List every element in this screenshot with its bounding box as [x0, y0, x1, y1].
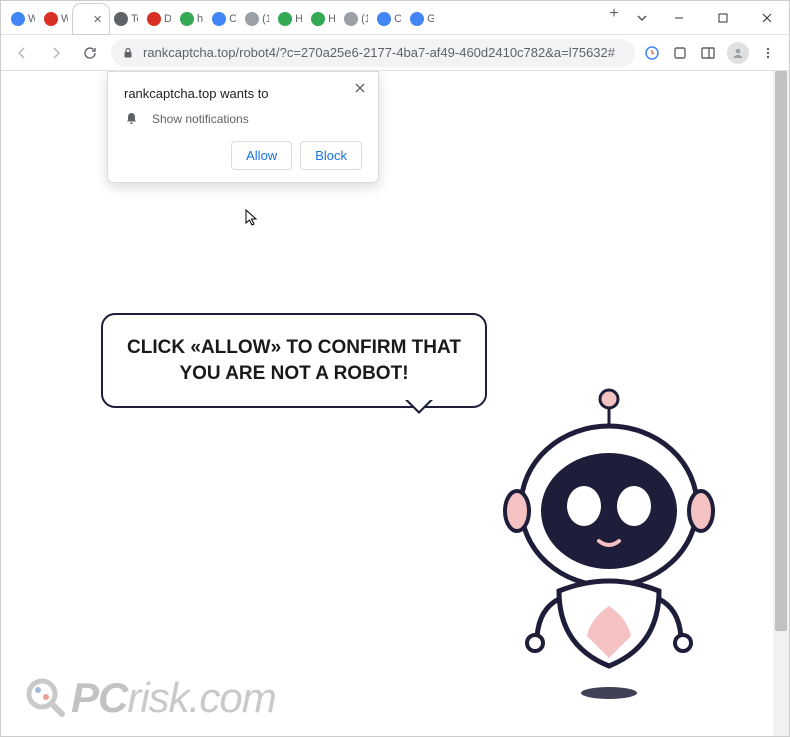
browser-tab[interactable]: W [7, 4, 39, 34]
google-icon[interactable] [643, 44, 661, 62]
tab-label: h [197, 13, 203, 25]
browser-tab[interactable]: C [208, 4, 240, 34]
favicon [278, 12, 292, 26]
reload-button[interactable] [77, 40, 103, 66]
tab-label: (1 [361, 13, 368, 25]
block-button[interactable]: Block [300, 141, 362, 170]
bell-icon [124, 111, 140, 127]
favicon [114, 12, 128, 26]
page-content: rankcaptcha.top wants to Show notificati… [1, 71, 789, 736]
speech-bubble: CLICK «ALLOW» TO CONFIRM THAT YOU ARE NO… [101, 313, 487, 408]
tab-label: C [394, 13, 401, 25]
toolbar-right-cluster [643, 42, 781, 64]
minimize-button[interactable] [657, 1, 701, 34]
watermark-text: PCrisk.com [71, 674, 276, 722]
cursor-icon [245, 209, 259, 227]
favicon [147, 12, 161, 26]
browser-tab[interactable]: ✕ [73, 4, 109, 34]
browser-tab[interactable]: h [176, 4, 207, 34]
extension-icon[interactable] [671, 44, 689, 62]
menu-icon[interactable] [759, 44, 777, 62]
browser-tab[interactable]: G [406, 4, 438, 34]
favicon [311, 12, 325, 26]
tab-label: To [131, 13, 138, 25]
browser-toolbar: rankcaptcha.top/robot4/?c=270a25e6-2177-… [1, 35, 789, 71]
tab-strip: W W ✕ To Dh C (1 H H (1 C G [1, 1, 597, 34]
favicon [245, 12, 259, 26]
tab-label: H [328, 13, 335, 25]
browser-tab[interactable]: C [373, 4, 405, 34]
lock-icon [121, 46, 135, 60]
close-icon[interactable] [354, 82, 368, 96]
favicon [212, 12, 226, 26]
tab-label: (1 [262, 13, 269, 25]
vertical-scrollbar[interactable] [773, 71, 789, 736]
tab-label: G [427, 13, 434, 25]
browser-tab[interactable]: D [143, 4, 175, 34]
robot-illustration [489, 381, 729, 701]
browser-tab[interactable]: To [110, 4, 142, 34]
url-text: rankcaptcha.top/robot4/?c=270a25e6-2177-… [143, 45, 625, 60]
browser-tab[interactable]: W [40, 4, 72, 34]
new-tab-button[interactable]: + [601, 1, 627, 27]
scrollbar-thumb[interactable] [775, 71, 787, 631]
side-panel-icon[interactable] [699, 44, 717, 62]
favicon [410, 12, 424, 26]
tab-search-button[interactable] [627, 1, 657, 34]
magnifier-icon [23, 675, 69, 721]
browser-tab[interactable]: (1 [241, 4, 273, 34]
allow-button[interactable]: Allow [231, 141, 292, 170]
tab-label: W [61, 13, 68, 25]
browser-tab[interactable]: H [274, 4, 306, 34]
profile-avatar[interactable] [727, 42, 749, 64]
address-bar[interactable]: rankcaptcha.top/robot4/?c=270a25e6-2177-… [111, 39, 635, 67]
tab-label: C [229, 13, 236, 25]
favicon [11, 12, 25, 26]
favicon [44, 12, 58, 26]
close-window-button[interactable] [745, 1, 789, 34]
popup-title: rankcaptcha.top wants to [124, 86, 362, 101]
window-titlebar: W W ✕ To Dh C (1 H H (1 C G + [1, 1, 789, 35]
browser-tab[interactable]: (1 [340, 4, 372, 34]
favicon [377, 12, 391, 26]
permission-text: Show notifications [152, 112, 249, 126]
back-button[interactable] [9, 40, 35, 66]
favicon [180, 12, 194, 26]
browser-tab[interactable]: H [307, 4, 339, 34]
watermark: PCrisk.com [23, 674, 276, 722]
close-tab-icon[interactable]: ✕ [93, 13, 105, 25]
tab-label: W [28, 13, 35, 25]
tab-label: D [164, 13, 171, 25]
favicon [344, 12, 358, 26]
forward-button[interactable] [43, 40, 69, 66]
notification-permission-popup: rankcaptcha.top wants to Show notificati… [107, 71, 379, 183]
window-controls [657, 1, 789, 34]
maximize-button[interactable] [701, 1, 745, 34]
tab-label: H [295, 13, 302, 25]
favicon [77, 12, 91, 26]
